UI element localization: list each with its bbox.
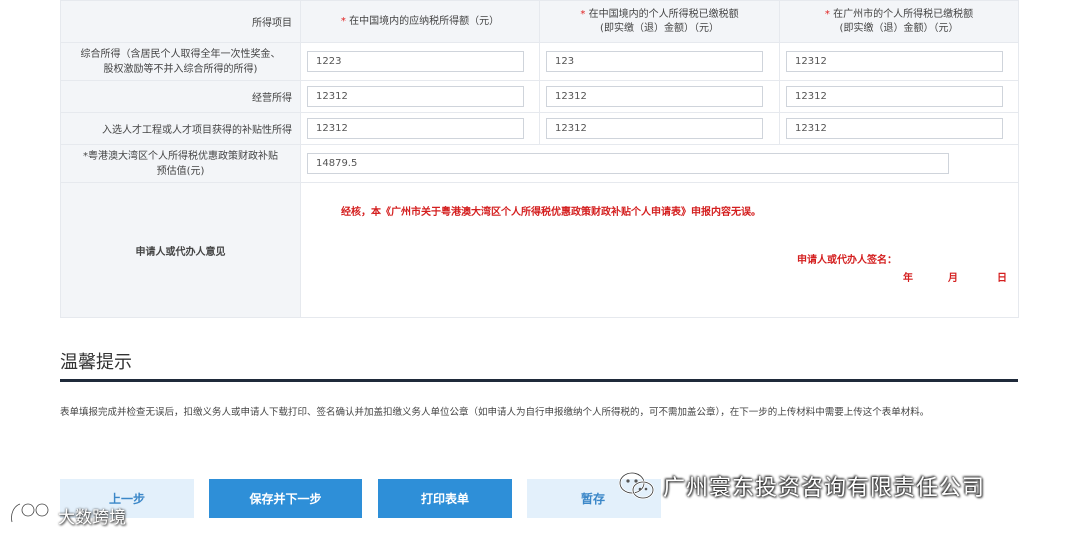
required-mark: * — [824, 8, 830, 20]
comprehensive-guangzhou-tax-input[interactable]: 12312 — [786, 51, 1003, 72]
signature-label: 申请人或代办人签名： — [797, 255, 897, 266]
opinion-area: 经核，本《广州市关于粤港澳大湾区个人所得税优惠政策财政补贴个人申请表》申报内容无… — [301, 183, 1018, 317]
tips-title: 温馨提示 — [60, 352, 132, 373]
wechat-icon — [617, 466, 657, 506]
tips-text: 表单填报完成并检查无误后，扣缴义务人或申请人下载打印、签名确认并加盖扣缴义务人单… — [60, 407, 930, 418]
comprehensive-china-tax-input[interactable]: 123 — [546, 51, 763, 72]
column-header-taxable-income: * 在中国境内的应纳税所得额（元） — [300, 0, 540, 43]
row-label-subsidy-estimate: *粤港澳大湾区个人所得税优惠政策财政补贴 预估值(元) — [60, 144, 301, 183]
comprehensive-taxable-income-input[interactable]: 1223 — [307, 51, 524, 72]
tips-divider — [60, 379, 1018, 382]
logo-icon — [8, 500, 54, 530]
opinion-row: 申请人或代办人意见 经核，本《广州市关于粤港澳大湾区个人所得税优惠政策财政补贴个… — [60, 182, 1019, 318]
date-day-label: 日 — [997, 273, 1007, 284]
column-header-china-tax-paid: * 在中国境内的个人所得税已缴税额 (即实缴（退）金额）（元） — [539, 0, 780, 43]
column-header-guangzhou-tax-paid: * 在广州市的个人所得税已缴税额 (即实缴（退）金额）（元） — [779, 0, 1019, 43]
row-label-opinion: 申请人或代办人意见 — [60, 182, 301, 318]
company-watermark-text: 广州寰东投资咨询有限责任公司 — [663, 476, 986, 501]
business-china-tax-input[interactable]: 12312 — [546, 86, 763, 107]
save-and-next-button[interactable]: 保存并下一步 — [209, 479, 362, 518]
talent-taxable-income-input[interactable]: 12312 — [307, 118, 524, 139]
row-label-talent-subsidy-income: 入选人才工程或人才项目获得的补贴性所得 — [60, 112, 301, 145]
date-year-label: 年 — [903, 273, 913, 284]
required-mark: * — [340, 15, 346, 27]
print-form-button[interactable]: 打印表单 — [378, 479, 512, 518]
table-row: 经营所得 12312 12312 12312 — [60, 80, 1019, 113]
subsidy-application-table: 所得项目 * 在中国境内的应纳税所得额（元） * 在中国境内的个人所得税已缴税额… — [60, 0, 1019, 318]
business-guangzhou-tax-input[interactable]: 12312 — [786, 86, 1003, 107]
site-watermark-text: 大数跨境 — [58, 507, 126, 528]
table-row: 入选人才工程或人才项目获得的补贴性所得 12312 12312 12312 — [60, 112, 1019, 145]
date-month-label: 月 — [948, 273, 958, 284]
subsidy-estimate-field: 14879.5 — [307, 153, 949, 174]
talent-china-tax-input[interactable]: 12312 — [546, 118, 763, 139]
opinion-statement: 经核，本《广州市关于粤港澳大湾区个人所得税优惠政策财政补贴个人申请表》申报内容无… — [341, 207, 761, 218]
company-watermark: 广州寰东投资咨询有限责任公司 — [617, 466, 985, 506]
table-row: *粤港澳大湾区个人所得税优惠政策财政补贴 预估值(元) 14879.5 — [60, 144, 1019, 183]
column-header-item: 所得项目 — [60, 0, 301, 43]
table-row: 综合所得（含居民个人取得全年一次性奖金、 股权激励等不并入综合所得的所得) 122… — [60, 42, 1019, 81]
talent-guangzhou-tax-input[interactable]: 12312 — [786, 118, 1003, 139]
business-taxable-income-input[interactable]: 12312 — [307, 86, 524, 107]
site-watermark: 大数跨境 — [8, 500, 126, 530]
row-label-business-income: 经营所得 — [60, 80, 301, 113]
table-header-row: 所得项目 * 在中国境内的应纳税所得额（元） * 在中国境内的个人所得税已缴税额… — [60, 0, 1019, 43]
required-mark: * — [580, 8, 586, 20]
row-label-comprehensive-income: 综合所得（含居民个人取得全年一次性奖金、 股权激励等不并入综合所得的所得) — [60, 42, 301, 81]
